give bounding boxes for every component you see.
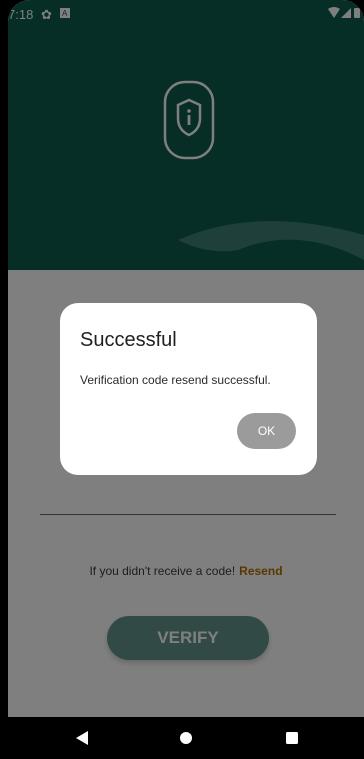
home-icon[interactable]: [166, 717, 206, 759]
screen: 7:18 ✿ A: [8, 0, 364, 759]
dialog-title: Successful: [80, 329, 177, 351]
dialog-message: Verification code resend successful.: [80, 373, 271, 387]
back-icon[interactable]: [62, 717, 102, 759]
success-dialog: Successful Verification code resend succ…: [60, 303, 317, 475]
navigation-bar: [8, 717, 364, 759]
recents-icon[interactable]: [272, 717, 312, 759]
ok-button[interactable]: OK: [237, 413, 296, 449]
